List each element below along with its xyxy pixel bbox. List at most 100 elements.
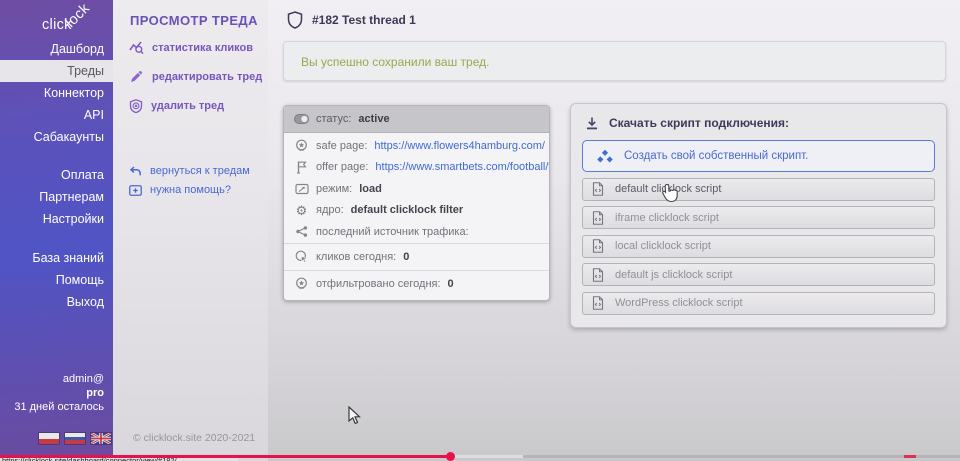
shield-star-icon — [294, 139, 309, 152]
thread-actions: статистика кликов редактировать тред — [129, 38, 262, 115]
clicks-today-value: 0 — [403, 251, 409, 263]
core-row: ⚙ ядро: default clicklock filter — [284, 200, 549, 222]
back-to-threads-label: вернуться к тредам — [150, 165, 250, 177]
sidebar-item-logout[interactable]: Выход — [0, 291, 113, 313]
video-progress-marker — [904, 455, 916, 458]
account-email: admin@ — [14, 372, 104, 386]
flag-uk-icon[interactable] — [91, 433, 111, 444]
success-alert: Вы успешно сохранили ваш тред. — [283, 41, 946, 81]
default-clicklock-script-button[interactable]: default clicklock script — [582, 178, 935, 201]
video-progress-knob[interactable] — [446, 452, 455, 461]
offer-page-label: offer page: — [316, 161, 368, 173]
share-icon — [294, 225, 309, 238]
sidebar-item-threads[interactable]: Треды — [0, 60, 113, 82]
mode-row: режим: load — [284, 178, 549, 200]
edit-thread-label: редактировать тред — [152, 71, 262, 83]
language-flags — [39, 433, 111, 444]
sidebar-item-settings[interactable]: Настройки — [0, 208, 113, 230]
status-card: статус: active safe page: https://www.fl… — [283, 105, 550, 301]
create-custom-script-button[interactable]: Создать свой собственный скрипт. — [582, 140, 935, 172]
shield-x-icon — [129, 99, 143, 113]
file-code-icon — [592, 182, 604, 196]
iframe-clicklock-script-label: iframe clicklock script — [615, 212, 719, 224]
delete-thread-action[interactable]: удалить тред — [129, 96, 262, 115]
sidebar-item-connector[interactable]: Коннектор — [0, 82, 113, 104]
mode-redirect-icon — [294, 183, 309, 195]
edit-thread-action[interactable]: редактировать тред — [129, 67, 262, 86]
sidebar-item-help[interactable]: Помощь — [0, 269, 113, 291]
last-traffic-source-label: последний источник трафика: — [316, 226, 469, 238]
account-info: admin@ pro 31 дней осталось — [14, 372, 104, 414]
core-label: ядро: — [316, 204, 344, 216]
offer-page-link[interactable]: https://www.smartbets.com/football/tea..… — [375, 161, 549, 173]
success-alert-message: Вы успешно сохранили ваш тред. — [284, 42, 945, 69]
local-clicklock-script-button[interactable]: local clicklock script — [582, 235, 935, 258]
status-label: статус: — [316, 113, 351, 125]
clicklock-app: click lock Дашборд Треды Коннектор API С… — [0, 0, 960, 461]
pencil-icon — [129, 69, 144, 84]
status-card-body: safe page: https://www.flowers4hamburg.c… — [284, 133, 549, 300]
scripts-panel-title: Скачать скрипт подключения: — [609, 116, 789, 130]
download-scripts-panel: Скачать скрипт подключения: Создать свой… — [570, 103, 947, 328]
need-help-link[interactable]: нужна помощь? — [129, 183, 250, 197]
flag-poland-icon[interactable] — [39, 433, 59, 444]
cubes-icon — [595, 148, 615, 165]
core-value: default clicklock filter — [351, 204, 463, 216]
download-icon — [585, 116, 599, 130]
file-code-icon — [592, 268, 604, 282]
sidebar-item-partners[interactable]: Партнерам — [0, 186, 113, 208]
need-help-label: нужна помощь? — [150, 184, 231, 196]
sidebar-nav: Дашборд Треды Коннектор API Сабакаунты О… — [0, 38, 113, 313]
video-progress-fill — [0, 455, 451, 458]
delete-thread-label: удалить тред — [151, 100, 224, 112]
safe-page-label: safe page: — [316, 140, 367, 152]
filtered-today-row: отфильтровано сегодня: 0 — [284, 271, 549, 297]
status-value: active — [358, 113, 389, 125]
page-title: #182 Test thread 1 — [312, 13, 416, 27]
wordpress-clicklock-script-label: WordPress clicklock script — [615, 297, 743, 309]
filtered-today-label: отфильтровано сегодня: — [316, 278, 441, 290]
toggle-on-icon[interactable] — [294, 114, 309, 124]
main-content: #182 Test thread 1 Вы успешно сохранили … — [268, 0, 960, 461]
sidebar-item-payment[interactable]: Оплата — [0, 164, 113, 186]
clicks-today-row: кликов сегодня: 0 — [284, 244, 549, 270]
wordpress-clicklock-script-button[interactable]: WordPress clicklock script — [582, 292, 935, 315]
scripts-panel-header: Скачать скрипт подключения: — [582, 114, 935, 130]
sidebar-item-subaccounts[interactable]: Сабакаунты — [0, 126, 113, 148]
thread-menu-panel: ПРОСМОТР ТРЕДА статистика кликов — [113, 0, 268, 461]
sidebar-item-api[interactable]: API — [0, 104, 113, 126]
file-code-icon — [592, 296, 604, 310]
iframe-clicklock-script-button[interactable]: iframe clicklock script — [582, 206, 935, 229]
filtered-today-value: 0 — [448, 278, 454, 290]
file-code-icon — [592, 211, 604, 225]
copyright-text: © clicklock.site 2020-2021 — [133, 432, 255, 444]
clicks-today-label: кликов сегодня: — [316, 251, 396, 263]
video-progress-bar[interactable] — [0, 455, 960, 458]
file-code-icon — [592, 239, 604, 253]
thread-menu-title: ПРОСМОТР ТРЕДА — [130, 13, 258, 28]
gear-icon: ⚙ — [294, 204, 309, 217]
mode-label: режим: — [316, 183, 352, 195]
offer-page-row: offer page: https://www.smartbets.com/fo… — [284, 157, 549, 179]
sidebar-item-dashboard[interactable]: Дашборд — [0, 38, 113, 60]
back-to-threads-link[interactable]: вернуться к тредам — [129, 164, 250, 178]
safe-page-link[interactable]: https://www.flowers4hamburg.com/ — [374, 140, 545, 152]
safe-page-row: safe page: https://www.flowers4hamburg.c… — [284, 135, 549, 157]
undo-icon — [129, 166, 142, 177]
flag-pin-icon — [294, 160, 309, 174]
click-stats-action[interactable]: статистика кликов — [129, 38, 262, 57]
stats-icon — [129, 40, 144, 55]
last-traffic-source-row: последний источник трафика: — [284, 221, 549, 243]
flag-russia-icon[interactable] — [65, 433, 85, 444]
create-custom-script-label: Создать свой собственный скрипт. — [624, 150, 808, 162]
clicklock-logo[interactable]: click lock — [28, 4, 108, 42]
thread-links: вернуться к тредам нужна помощь? — [129, 164, 250, 197]
click-stats-label: статистика кликов — [152, 42, 253, 54]
shield-icon — [287, 11, 303, 29]
sidebar-item-knowledge-base[interactable]: База знаний — [0, 247, 113, 269]
mode-value: load — [359, 183, 382, 195]
default-js-clicklock-script-button[interactable]: default js clicklock script — [582, 263, 935, 286]
clicks-icon — [294, 250, 309, 263]
default-js-clicklock-script-label: default js clicklock script — [615, 269, 732, 281]
help-plus-icon — [129, 185, 142, 196]
